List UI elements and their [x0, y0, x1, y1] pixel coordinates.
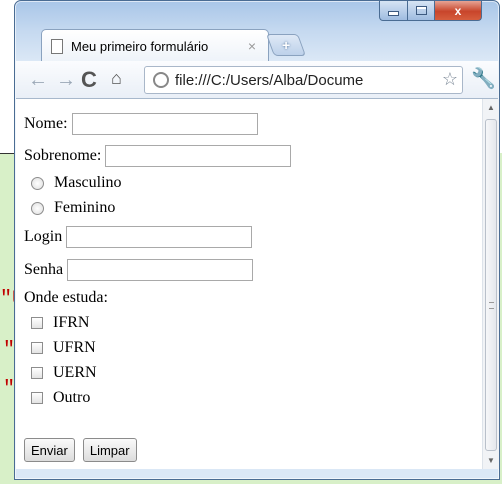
address-url: file:///C:/Users/Alba/Docume	[175, 71, 364, 89]
checkbox-label: UFRN	[53, 339, 96, 356]
form-buttons: Enviar Limpar	[24, 438, 145, 462]
bookmark-star-icon[interactable]: ☆	[441, 69, 458, 90]
browser-window: x Meu primeiro formulário × + ← → C ⌂ fi…	[14, 0, 500, 480]
page-icon	[51, 38, 63, 54]
globe-icon	[153, 72, 169, 88]
checkbox-ifrn[interactable]: IFRN	[24, 314, 89, 332]
wrench-icon[interactable]: 🔧	[471, 66, 496, 91]
scroll-thumb[interactable]	[485, 119, 497, 451]
checkbox-ufrn[interactable]: UFRN	[24, 339, 96, 357]
checkbox-label: UERN	[53, 364, 97, 381]
checkbox-uern[interactable]: UERN	[24, 364, 97, 382]
close-window-button[interactable]: x	[434, 1, 482, 21]
plus-icon: +	[281, 37, 291, 53]
nome-row: Nome:	[24, 113, 258, 135]
browser-toolbar: ← → C ⌂ file:///C:/Users/Alba/Docume ☆ 🔧	[16, 61, 498, 99]
onde-estuda-label: Onde estuda:	[24, 289, 108, 307]
submit-button[interactable]: Enviar	[24, 438, 75, 462]
checkbox-outro[interactable]: Outro	[24, 389, 90, 407]
maximize-icon	[415, 6, 427, 15]
vertical-scrollbar[interactable]: ▲ ▼	[482, 99, 499, 469]
minimize-button[interactable]	[379, 1, 408, 21]
home-icon[interactable]: ⌂	[111, 68, 122, 89]
radio-button[interactable]	[31, 201, 44, 215]
scroll-down-icon[interactable]: ▼	[487, 456, 495, 465]
new-tab-button[interactable]: +	[265, 34, 307, 56]
forward-arrow-icon[interactable]: →	[56, 69, 76, 92]
nome-input[interactable]	[71, 113, 258, 135]
checkbox-label: Outro	[53, 389, 91, 406]
maximize-button[interactable]	[407, 1, 435, 21]
login-row: Login	[24, 226, 253, 248]
close-icon: x	[454, 3, 462, 18]
page-viewport: Nome: Sobrenome: Masculino Feminino Logi…	[16, 99, 482, 469]
reset-button[interactable]: Limpar	[82, 438, 137, 462]
senha-label: Senha	[24, 261, 64, 278]
reload-icon[interactable]: C	[81, 67, 97, 93]
back-arrow-icon[interactable]: ←	[28, 69, 48, 92]
grip-icon	[489, 302, 494, 309]
close-tab-icon[interactable]: ×	[248, 38, 256, 54]
minimize-icon	[388, 11, 399, 16]
scroll-up-icon[interactable]: ▲	[487, 103, 495, 112]
radio-button[interactable]	[31, 176, 44, 190]
address-bar[interactable]: file:///C:/Users/Alba/Docume ☆	[144, 66, 463, 94]
checkbox[interactable]	[31, 317, 43, 329]
browser-tab[interactable]: Meu primeiro formulário ×	[41, 29, 269, 62]
radio-label: Feminino	[54, 199, 116, 216]
sobrenome-input[interactable]	[105, 145, 292, 167]
checkbox[interactable]	[31, 392, 43, 404]
checkbox[interactable]	[31, 342, 43, 354]
login-label: Login	[24, 228, 63, 245]
tab-title: Meu primeiro formulário	[71, 38, 209, 54]
onde-estuda-text: Onde estuda:	[24, 289, 108, 306]
login-input[interactable]	[66, 226, 253, 248]
checkbox[interactable]	[31, 367, 43, 379]
senha-input[interactable]	[67, 259, 254, 281]
checkbox-label: IFRN	[53, 314, 90, 331]
nome-label: Nome:	[24, 115, 68, 132]
sobrenome-row: Sobrenome:	[24, 145, 292, 167]
radio-masculino[interactable]: Masculino	[24, 174, 122, 192]
senha-row: Senha	[24, 259, 254, 281]
sobrenome-label: Sobrenome:	[24, 147, 102, 164]
radio-label: Masculino	[54, 174, 122, 191]
radio-feminino[interactable]: Feminino	[24, 199, 115, 217]
